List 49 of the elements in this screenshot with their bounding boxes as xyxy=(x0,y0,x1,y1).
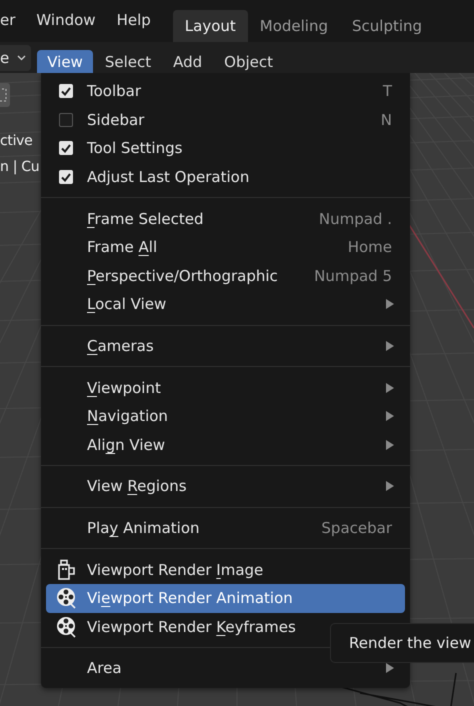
shortcut-text: N xyxy=(380,110,392,129)
menu-item[interactable]: Viewport Render Image xyxy=(46,555,405,584)
menu-item[interactable]: Cameras xyxy=(46,332,405,360)
menu-item[interactable]: Help xyxy=(116,11,151,29)
shortcut-text: Numpad 5 xyxy=(314,266,392,285)
menu-item[interactable]: Frame All Home xyxy=(46,232,405,262)
submenu-arrow-icon xyxy=(386,411,394,422)
select-box-icon xyxy=(0,83,10,107)
shortcut-text: Spacebar xyxy=(321,519,392,538)
menu-item[interactable]: Toolbar T xyxy=(46,77,405,106)
menu-item[interactable]: Viewport Render Animation xyxy=(46,584,405,612)
menu-item[interactable]: Align View xyxy=(46,430,405,460)
menu-item[interactable]: er xyxy=(0,11,16,29)
submenu-arrow-icon xyxy=(386,299,394,310)
menu-button[interactable]: Add xyxy=(163,50,212,73)
menu-item[interactable]: Play Animation Spacebar xyxy=(46,514,405,542)
menu-item[interactable]: Viewpoint xyxy=(46,373,405,402)
menu-item[interactable]: Navigation xyxy=(46,402,405,431)
submenu-arrow-icon xyxy=(386,382,394,393)
camera-icon xyxy=(56,558,76,581)
shortcut-text: Home xyxy=(348,238,392,256)
menu-item[interactable]: Tool Settings xyxy=(46,134,405,163)
submenu-arrow-icon xyxy=(386,481,394,492)
menu-item[interactable]: View Regions xyxy=(46,472,405,501)
viewport-text: ctive xyxy=(0,132,32,151)
menu-item[interactable]: Perspective/Orthographic Numpad 5 xyxy=(46,262,405,290)
menu-item[interactable]: Window xyxy=(36,11,96,29)
menu-item[interactable]: Adjust Last Operation xyxy=(46,162,405,192)
menu-button[interactable]: Select xyxy=(94,50,162,73)
menu-item[interactable]: Local View xyxy=(46,290,405,319)
tooltip: Render the view xyxy=(330,623,474,663)
menu-button[interactable]: View xyxy=(37,50,93,73)
checkbox[interactable] xyxy=(59,112,73,127)
shortcut-text: T xyxy=(382,82,392,100)
viewport-text: n | Cu xyxy=(0,158,40,177)
submenu-arrow-icon xyxy=(386,341,394,352)
menu-item[interactable]: Sidebar N xyxy=(46,106,405,134)
submenu-arrow-icon xyxy=(386,663,394,674)
menu-button[interactable]: Object xyxy=(214,50,284,73)
film-reel-icon xyxy=(56,616,78,638)
workspace-tab[interactable]: Sculpting xyxy=(340,10,434,42)
workspace-tab[interactable]: Modeling xyxy=(248,10,340,42)
submenu-arrow-icon xyxy=(386,440,394,450)
workspace-tab[interactable]: Layout xyxy=(172,10,248,42)
menu-item[interactable]: Frame Selected Numpad . xyxy=(46,204,405,233)
shortcut-text: Numpad . xyxy=(318,210,392,228)
mode-dropdown[interactable]: e xyxy=(0,44,32,70)
caret-icon xyxy=(17,54,26,60)
film-reel-icon xyxy=(56,587,78,610)
